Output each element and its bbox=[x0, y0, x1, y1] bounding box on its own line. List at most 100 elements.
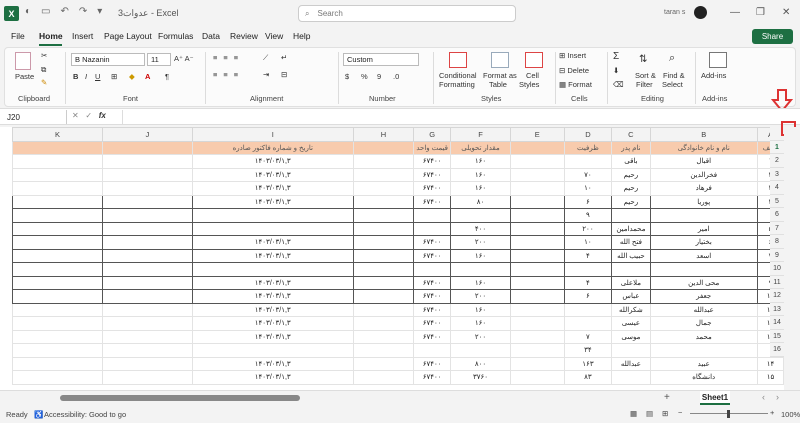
cell[interactable] bbox=[12, 329, 103, 344]
cell[interactable] bbox=[12, 289, 103, 304]
font-size-select[interactable]: 11 bbox=[147, 53, 171, 66]
column-header[interactable]: H bbox=[352, 127, 415, 142]
cell[interactable] bbox=[649, 208, 758, 223]
cell[interactable] bbox=[509, 302, 565, 317]
cell[interactable] bbox=[102, 262, 193, 277]
cell[interactable] bbox=[509, 289, 565, 304]
cell[interactable] bbox=[413, 262, 452, 277]
cell[interactable]: ۲۰۰ bbox=[450, 235, 511, 250]
cell[interactable] bbox=[509, 140, 565, 155]
cell[interactable]: ظرفیت bbox=[563, 140, 613, 155]
cell[interactable]: ۸۳ bbox=[563, 370, 613, 385]
add-ins-icon[interactable] bbox=[709, 52, 727, 68]
normal-view-icon[interactable]: ▦ bbox=[630, 409, 637, 418]
cell[interactable] bbox=[12, 181, 103, 196]
sheet-tab-sheet1[interactable]: Sheet1 bbox=[700, 391, 730, 405]
column-header[interactable]: E bbox=[509, 127, 565, 142]
enter-icon[interactable]: ✓ bbox=[85, 111, 92, 120]
row-header[interactable]: 15 bbox=[770, 329, 784, 343]
cell[interactable] bbox=[509, 154, 565, 169]
cell[interactable]: ۴ bbox=[563, 275, 613, 290]
cell[interactable] bbox=[191, 208, 354, 223]
cell[interactable]: ۸۰۰ bbox=[450, 356, 511, 371]
cell[interactable]: تاریخ و شماره فاکتور صادره bbox=[191, 140, 354, 155]
row-header[interactable]: 16 bbox=[770, 343, 784, 357]
accessibility-status[interactable]: Accessibility: Good to go bbox=[44, 410, 126, 419]
cell[interactable]: موسی bbox=[611, 329, 651, 344]
cell[interactable] bbox=[509, 221, 565, 236]
cell[interactable]: محمدامین bbox=[611, 221, 651, 236]
cell[interactable] bbox=[102, 221, 193, 236]
cell[interactable] bbox=[509, 235, 565, 250]
cell[interactable] bbox=[450, 262, 511, 277]
customize-icon[interactable]: ▾ bbox=[97, 6, 102, 17]
font-color-icon[interactable]: A bbox=[145, 72, 150, 81]
tab-insert[interactable]: Insert bbox=[72, 31, 93, 41]
avatar[interactable] bbox=[694, 6, 707, 19]
cell[interactable] bbox=[649, 343, 758, 358]
cell[interactable] bbox=[191, 262, 354, 277]
cell[interactable]: عبید bbox=[649, 356, 758, 371]
cell[interactable] bbox=[102, 208, 193, 223]
tab-formulas[interactable]: Formulas bbox=[158, 31, 193, 41]
cell[interactable]: فخرالدین bbox=[649, 167, 758, 182]
cell[interactable] bbox=[12, 154, 103, 169]
cell[interactable] bbox=[611, 370, 651, 385]
cell[interactable]: ۱۶۰ bbox=[450, 248, 511, 263]
cell[interactable] bbox=[12, 208, 103, 223]
cell[interactable] bbox=[450, 208, 511, 223]
cell[interactable] bbox=[509, 248, 565, 263]
cell[interactable] bbox=[12, 194, 103, 209]
cell[interactable] bbox=[611, 343, 651, 358]
cell[interactable] bbox=[352, 194, 415, 209]
redo-icon[interactable]: ↷ bbox=[79, 6, 87, 17]
cell[interactable]: ۶۷۴۰۰ bbox=[413, 181, 452, 196]
cell[interactable]: ۸۰ bbox=[450, 194, 511, 209]
cell[interactable]: ۶۷۴۰۰ bbox=[413, 289, 452, 304]
cell[interactable] bbox=[509, 194, 565, 209]
next-sheet-icon[interactable]: › bbox=[776, 392, 779, 402]
tab-review[interactable]: Review bbox=[230, 31, 258, 41]
zoom-slider-thumb[interactable] bbox=[727, 410, 730, 418]
prev-sheet-icon[interactable]: ‹ bbox=[762, 392, 765, 402]
cell[interactable]: مقدار تحویلی bbox=[450, 140, 511, 155]
cell[interactable] bbox=[102, 329, 193, 344]
cell[interactable]: ۱۴۰۳/۰۳/۱,۳ bbox=[191, 370, 354, 385]
cell[interactable]: ۱۴۰۳/۰۳/۱,۳ bbox=[191, 248, 354, 263]
cell[interactable]: ۲۰۰ bbox=[563, 221, 613, 236]
cell[interactable]: فتح الله bbox=[611, 235, 651, 250]
cut-icon[interactable]: ✂ bbox=[41, 51, 47, 60]
cancel-icon[interactable]: ✕ bbox=[72, 111, 79, 120]
cell[interactable] bbox=[102, 248, 193, 263]
sort-label[interactable]: Sort & bbox=[635, 71, 656, 80]
zoom-in-icon[interactable]: + bbox=[770, 408, 774, 417]
cell[interactable]: ۶۷۴۰۰ bbox=[413, 329, 452, 344]
page-break-view-icon[interactable]: ⊞ bbox=[662, 409, 668, 418]
cell[interactable]: ۷ bbox=[563, 329, 613, 344]
zoom-out-icon[interactable]: − bbox=[678, 408, 682, 417]
cell[interactable] bbox=[352, 275, 415, 290]
cell[interactable] bbox=[12, 140, 103, 155]
cell[interactable] bbox=[12, 343, 103, 358]
cell[interactable] bbox=[352, 343, 415, 358]
cell[interactable] bbox=[413, 208, 452, 223]
row-header[interactable]: 13 bbox=[770, 302, 784, 316]
cell[interactable] bbox=[102, 167, 193, 182]
merge-center-icon[interactable]: ⊟ bbox=[281, 70, 287, 79]
cell[interactable] bbox=[509, 316, 565, 331]
column-header[interactable]: K bbox=[12, 127, 103, 142]
cell[interactable]: ۱۵ bbox=[756, 370, 784, 385]
cell[interactable]: عبدالله bbox=[611, 356, 651, 371]
currency-icon[interactable]: $ bbox=[345, 72, 349, 81]
cell[interactable] bbox=[563, 262, 613, 277]
row-header[interactable]: 6 bbox=[770, 208, 784, 222]
cell[interactable] bbox=[102, 140, 193, 155]
cell-styles-icon[interactable] bbox=[525, 52, 543, 68]
fill-icon[interactable]: ⬇ bbox=[613, 66, 619, 75]
cell[interactable] bbox=[611, 208, 651, 223]
format-painter-icon[interactable]: ✎ bbox=[41, 78, 47, 87]
maximize-icon[interactable]: ❐ bbox=[756, 7, 765, 18]
cell[interactable]: ۱۴ bbox=[756, 356, 784, 371]
cell[interactable] bbox=[352, 208, 415, 223]
cell[interactable] bbox=[509, 370, 565, 385]
